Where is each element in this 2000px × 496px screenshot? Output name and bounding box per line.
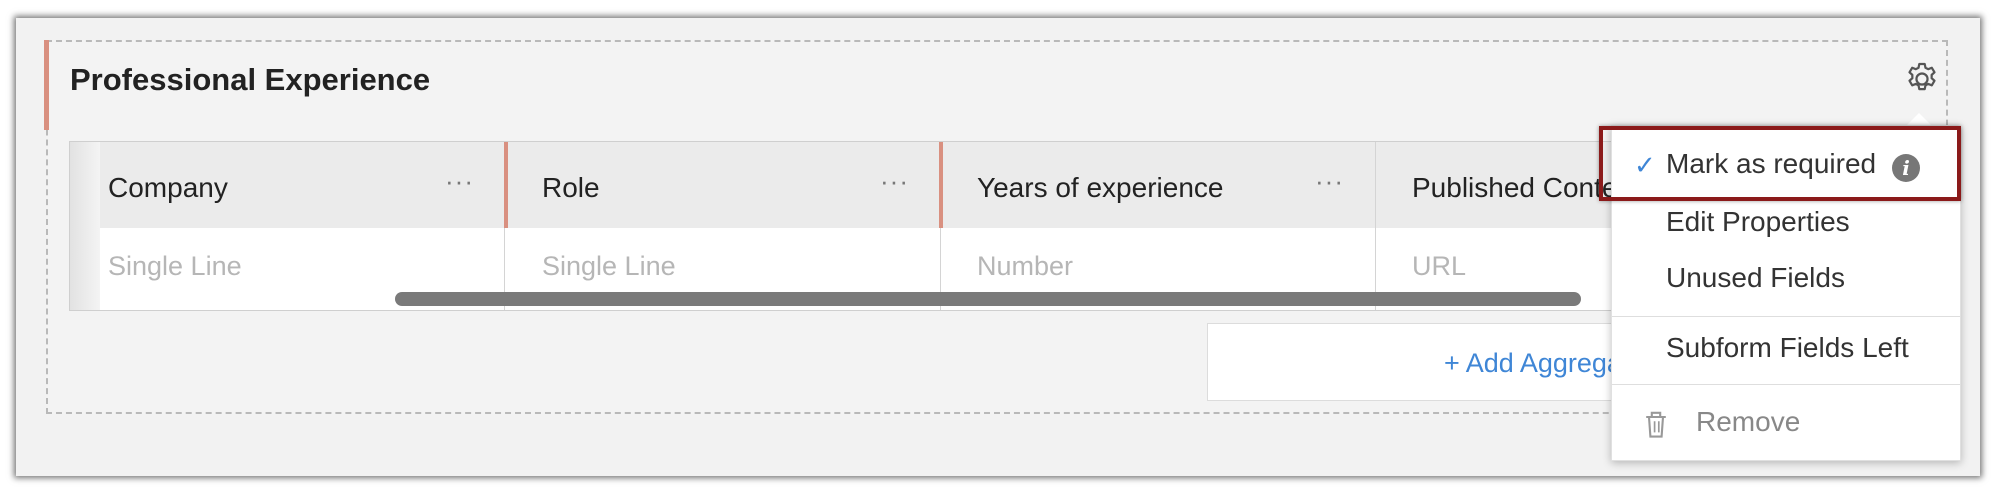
menu-caret [1907,113,1931,125]
add-aggregate-button[interactable]: + Add Aggrega [1207,323,1667,401]
column-type-placeholder: Number [977,251,1074,281]
column-type-placeholder: URL [1412,251,1467,281]
column-header-years-of-experience[interactable]: Years of experience [977,172,1223,204]
menu-divider [1612,384,1960,385]
menu-item-unused-fields[interactable]: Unused Fields [1612,262,1960,302]
highlight-box [1599,126,1961,201]
column-header-company[interactable]: Company [108,172,228,204]
column-more-icon[interactable]: ··· [1315,166,1344,197]
trash-icon [1646,411,1666,438]
menu-item-subform-fields-left[interactable]: Subform Fields Left [1612,332,1960,372]
add-aggregate-label[interactable]: + Add Aggrega [1444,348,1622,379]
horizontal-scrollbar[interactable] [395,292,1581,306]
column-accent-bar [504,142,508,228]
column-type-placeholder: Single Line [108,251,242,281]
menu-divider [1612,316,1960,317]
menu-item-edit-properties[interactable]: Edit Properties [1612,206,1960,246]
column-header-role[interactable]: Role [542,172,600,204]
menu-item-label: Unused Fields [1666,262,1845,293]
gear-icon[interactable] [1903,60,1941,98]
column-accent-bar [939,142,943,228]
subform-table: Company ··· Single Line Role ··· Single … [69,141,1651,311]
row-handle-strip [70,142,100,310]
section-title: Professional Experience [70,62,431,97]
column-header-published-content[interactable]: Published Conte [1412,172,1617,204]
section-accent-bar [44,40,49,130]
menu-item-label: Edit Properties [1666,206,1850,237]
menu-item-label: Subform Fields Left [1666,332,1909,363]
menu-item-label: Remove [1696,406,1801,437]
column-divider [1375,142,1376,310]
column-type-placeholder: Single Line [542,251,676,281]
column-more-icon[interactable]: ··· [880,166,909,197]
column-more-icon[interactable]: ··· [445,166,474,197]
menu-item-remove[interactable]: Remove [1612,406,1960,446]
